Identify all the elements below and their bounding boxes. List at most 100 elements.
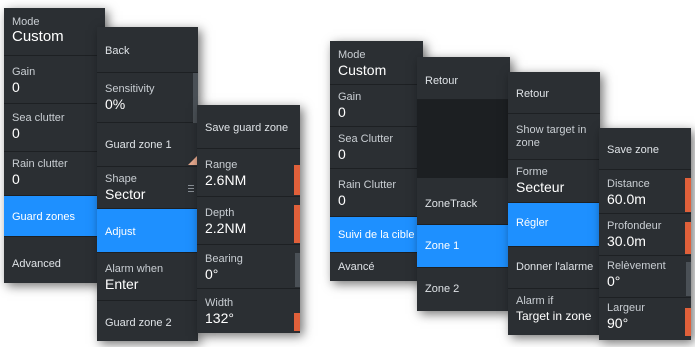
- relevement-slider[interactable]: [686, 262, 691, 296]
- width-level-bar[interactable]: [294, 313, 300, 331]
- guard-zones-label: Guard zones: [12, 211, 75, 223]
- shape-value: Sector: [105, 186, 146, 202]
- largeur-label: Largeur: [607, 302, 645, 314]
- show-target-item[interactable]: Show target in zone: [508, 114, 600, 160]
- avance-label: Avancé: [338, 261, 375, 273]
- grip-icon: [188, 185, 194, 193]
- guard-zone-2-label: Guard zone 2: [105, 317, 172, 329]
- bearing-label: Bearing: [205, 253, 243, 265]
- shape-item[interactable]: Shape Sector: [97, 167, 198, 209]
- mode-item-fr[interactable]: Mode Custom: [330, 41, 423, 85]
- mode-value: Custom: [12, 28, 64, 45]
- gain-label-fr: Gain: [338, 91, 362, 103]
- save-guard-zone-label: Save guard zone: [205, 122, 289, 134]
- zone-1-item[interactable]: Zone 1: [417, 225, 510, 268]
- bearing-value: 0°: [205, 266, 219, 282]
- width-item[interactable]: Width 132°: [197, 289, 300, 333]
- gain-item-fr[interactable]: Gain 0: [330, 85, 423, 127]
- rain-clutter-value: 0: [12, 171, 20, 187]
- right-zone-menu: Retour Show target in zone Forme Secteur…: [508, 72, 600, 335]
- left-guard-zone-menu: Back Sensitivity 0% Guard zone 1 Shape S…: [97, 27, 198, 341]
- mode-label-fr: Mode: [338, 49, 366, 61]
- donner-alarme-item[interactable]: Donner l'alarme: [508, 247, 600, 289]
- sea-clutter-value-fr: 0: [338, 146, 346, 162]
- distance-level-bar[interactable]: [685, 178, 691, 212]
- save-guard-zone-item[interactable]: Save guard zone: [197, 105, 300, 149]
- right-target-menu: Retour ZoneTrack Zone 1 Zone 2: [417, 57, 510, 311]
- width-value: 132°: [205, 310, 234, 326]
- relevement-value: 0°: [607, 273, 621, 289]
- alarm-if-item[interactable]: Alarm if Target in zone: [508, 289, 600, 335]
- mode-item[interactable]: Mode Custom: [4, 8, 105, 56]
- depth-level-bar[interactable]: [294, 205, 300, 243]
- sensitivity-label: Sensitivity: [105, 83, 155, 95]
- guard-zones-item[interactable]: Guard zones: [4, 196, 105, 237]
- largeur-level-bar[interactable]: [685, 308, 691, 336]
- back-label: Back: [105, 45, 130, 57]
- gain-label: Gain: [12, 66, 36, 78]
- zonetrack-item[interactable]: ZoneTrack: [417, 178, 510, 225]
- depth-item[interactable]: Depth 2.2NM: [197, 197, 300, 245]
- retour-item[interactable]: Retour: [417, 57, 510, 100]
- sea-clutter-label: Sea clutter: [12, 112, 65, 124]
- sensitivity-value: 0%: [105, 96, 126, 112]
- rain-clutter-item[interactable]: Rain clutter 0: [4, 152, 105, 196]
- range-value: 2.6NM: [205, 172, 247, 188]
- relevement-item[interactable]: Relèvement 0°: [599, 256, 691, 298]
- alarm-if-value: Target in zone: [516, 309, 592, 323]
- donner-alarme-label: Donner l'alarme: [516, 261, 594, 273]
- range-label: Range: [205, 159, 238, 171]
- shape-label: Shape: [105, 173, 137, 185]
- range-level-bar[interactable]: [294, 165, 300, 195]
- rain-clutter-value-fr: 0: [338, 192, 346, 208]
- distance-value: 60.0m: [607, 191, 646, 207]
- adjust-item[interactable]: Adjust: [97, 209, 198, 253]
- sensitivity-item[interactable]: Sensitivity 0%: [97, 73, 198, 123]
- sea-clutter-item-fr[interactable]: Sea Clutter 0: [330, 127, 423, 169]
- retour-label-2: Retour: [516, 88, 550, 100]
- zone-1-label: Zone 1: [425, 240, 460, 252]
- bearing-item[interactable]: Bearing 0°: [197, 245, 300, 289]
- relevement-label: Relèvement: [607, 260, 666, 272]
- depth-label: Depth: [205, 207, 235, 219]
- save-zone-item[interactable]: Save zone: [599, 128, 691, 170]
- profondeur-value: 30.0m: [607, 233, 646, 249]
- range-item[interactable]: Range 2.6NM: [197, 149, 300, 197]
- profondeur-label: Profondeur: [607, 220, 662, 232]
- show-target-label: Show target in zone: [516, 124, 587, 149]
- regler-item[interactable]: Régler: [508, 203, 600, 247]
- sea-clutter-item[interactable]: Sea clutter 0: [4, 104, 105, 152]
- profondeur-item[interactable]: Profondeur 30.0m: [599, 214, 691, 256]
- profondeur-level-bar[interactable]: [685, 222, 691, 254]
- rain-clutter-item-fr[interactable]: Rain Clutter 0: [330, 169, 423, 217]
- bearing-slider[interactable]: [295, 253, 300, 287]
- right-main-menu: Mode Custom Gain 0 Sea Clutter 0 Rain Cl…: [330, 41, 423, 281]
- alarm-when-item[interactable]: Alarm when Enter: [97, 253, 198, 301]
- suivi-cible-label: Suivi de la cible: [338, 229, 415, 241]
- avance-item[interactable]: Avancé: [330, 253, 423, 281]
- zonetrack-label: ZoneTrack: [425, 198, 478, 210]
- right-adjust-menu: Save zone Distance 60.0m Profondeur 30.0…: [599, 128, 691, 340]
- rain-clutter-label-fr: Rain Clutter: [338, 179, 397, 191]
- empty-area: [417, 100, 510, 178]
- save-zone-label: Save zone: [607, 144, 659, 156]
- zone-2-label: Zone 2: [425, 283, 460, 295]
- depth-value: 2.2NM: [205, 220, 247, 236]
- regler-label: Régler: [516, 217, 549, 229]
- advanced-label: Advanced: [12, 258, 61, 270]
- guard-zone-1-item[interactable]: Guard zone 1: [97, 123, 198, 167]
- largeur-item[interactable]: Largeur 90°: [599, 298, 691, 340]
- alarm-when-value: Enter: [105, 276, 139, 292]
- forme-item[interactable]: Forme Secteur: [508, 160, 600, 203]
- largeur-value: 90°: [607, 315, 629, 331]
- zone-2-item[interactable]: Zone 2: [417, 268, 510, 311]
- forme-value: Secteur: [516, 179, 565, 195]
- suivi-cible-item[interactable]: Suivi de la cible: [330, 217, 423, 253]
- left-adjust-menu: Save guard zone Range 2.6NM Depth 2.2NM …: [197, 105, 300, 333]
- gain-item[interactable]: Gain 0: [4, 56, 105, 104]
- back-item[interactable]: Back: [97, 27, 198, 73]
- guard-zone-2-item[interactable]: Guard zone 2: [97, 301, 198, 341]
- retour-item-2[interactable]: Retour: [508, 72, 600, 114]
- advanced-item[interactable]: Advanced: [4, 237, 105, 283]
- distance-item[interactable]: Distance 60.0m: [599, 170, 691, 214]
